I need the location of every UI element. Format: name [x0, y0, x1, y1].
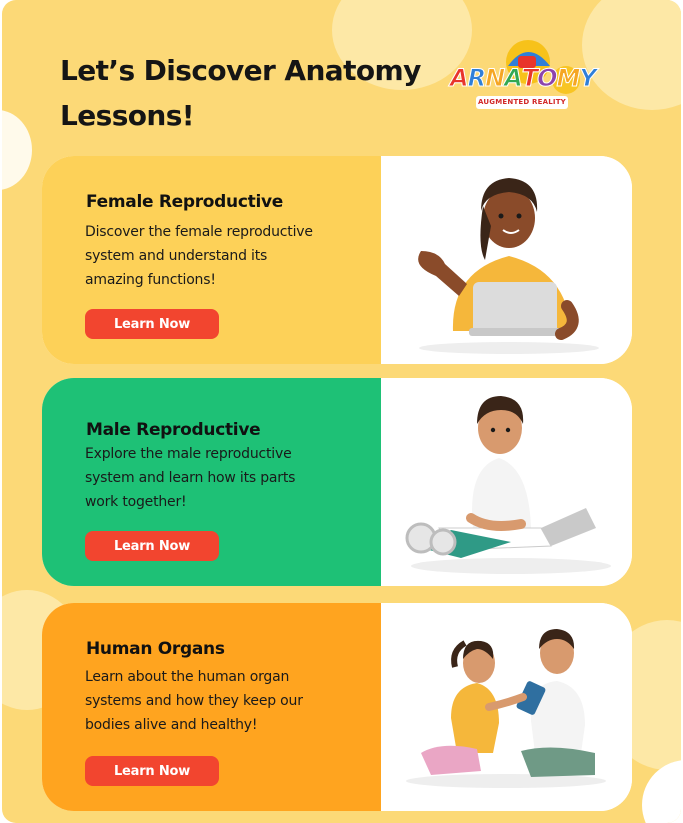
card-illustration-panel [381, 603, 632, 811]
card-title: Male Reproductive [86, 420, 261, 440]
logo-letter: R [467, 64, 487, 93]
card-illustration-panel [381, 156, 632, 364]
logo-letter: A [504, 64, 524, 93]
card-description-line: work together! [85, 494, 187, 510]
card-title: Human Organs [86, 639, 225, 659]
lessons-page: Let’s Discover Anatomy Lessons! ARNATOMY… [2, 0, 681, 823]
logo-wordmark: ARNATOMY [450, 64, 598, 93]
page-title-line: Let’s Discover Anatomy [60, 54, 421, 87]
logo-letter: N [485, 64, 506, 93]
logo-letter: O [537, 64, 558, 93]
logo-subtitle: AUGMENTED REALITY [476, 96, 568, 109]
learn-now-button[interactable]: Learn Now [85, 309, 219, 339]
card-description-line: Learn about the human organ [85, 669, 290, 685]
page-title-line: Lessons! [60, 99, 195, 132]
lesson-card-male-reproductive[interactable]: Male Reproductive Explore the male repro… [42, 378, 632, 586]
logo-letter: A [450, 64, 470, 93]
man-studying-illustration [405, 396, 611, 574]
cloud-decoration [582, 0, 681, 110]
card-description-line: system and learn how its parts [85, 470, 296, 486]
lesson-card-human-organs[interactable]: Human Organs Learn about the human organ… [42, 603, 632, 811]
logo-letter: M [556, 64, 581, 93]
lesson-card-female-reproductive[interactable]: Female Reproductive Discover the female … [42, 156, 632, 364]
card-description-line: system and understand its [85, 248, 268, 264]
woman-with-laptop-illustration [418, 178, 599, 354]
card-illustration-panel [381, 378, 632, 586]
card-description-line: systems and how they keep our [85, 693, 303, 709]
card-description-line: Discover the female reproductive [85, 224, 313, 240]
page-title: Let’s Discover Anatomy Lessons! [60, 48, 440, 138]
card-description: Learn about the human organ systems and … [85, 665, 365, 737]
card-description: Explore the male reproductive system and… [85, 442, 365, 514]
students-with-tablet-illustration [406, 629, 606, 788]
cloud-decoration [642, 760, 681, 823]
learn-now-button[interactable]: Learn Now [85, 531, 219, 561]
card-description-line: Explore the male reproductive [85, 446, 292, 462]
logo-letter: Y [579, 64, 597, 93]
card-description-line: bodies alive and healthy! [85, 717, 258, 733]
card-title: Female Reproductive [86, 192, 283, 212]
card-description-line: amazing functions! [85, 272, 216, 288]
arnatomy-logo[interactable]: ARNATOMY AUGMENTED REALITY [446, 36, 598, 118]
logo-letter: T [521, 64, 538, 93]
card-description: Discover the female reproductive system … [85, 220, 365, 292]
cloud-decoration [2, 110, 32, 190]
learn-now-button[interactable]: Learn Now [85, 756, 219, 786]
